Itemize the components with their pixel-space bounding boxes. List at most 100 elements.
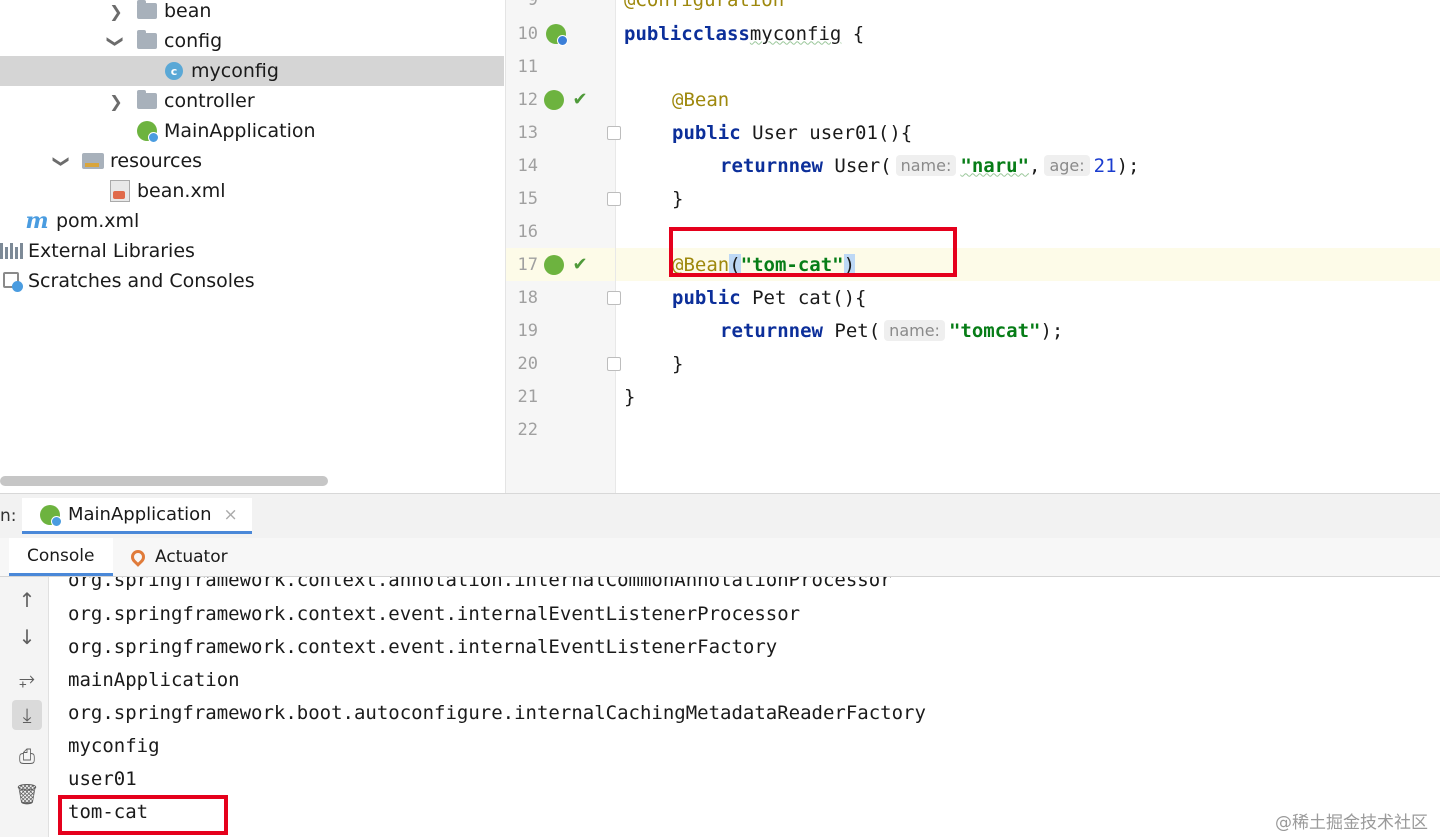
console-line: org.springframework.context.event.intern… <box>68 602 801 625</box>
chevron-down-icon[interactable]: ❯ <box>107 32 126 50</box>
highlight-annotation-box <box>58 795 228 835</box>
gutter-line-10: 10 <box>506 17 615 50</box>
console-line: org.springframework.context.event.intern… <box>68 635 778 658</box>
tab-actuator[interactable]: Actuator <box>129 538 228 576</box>
folder-icon <box>136 90 158 111</box>
parameter-hint: name: <box>895 155 957 176</box>
spring-bean-gutter-icon[interactable] <box>544 89 564 110</box>
scroll-to-end-icon[interactable]: ⤓ <box>12 700 42 730</box>
tab-label: Actuator <box>155 547 228 567</box>
console-line: user01 <box>68 767 137 790</box>
editor-gutter: 9 10 11 12 ✔ 13 14 15 16 17 ✔ 18 19 20 2… <box>506 0 621 493</box>
bean-check-icon[interactable]: ✔ <box>570 254 590 275</box>
tree-item-config[interactable]: ❯ config <box>0 26 504 56</box>
libraries-icon <box>0 241 23 261</box>
fold-icon[interactable] <box>607 291 621 305</box>
soft-wrap-icon[interactable]: ⥅ <box>12 663 42 693</box>
trash-icon[interactable]: 🗑 <box>12 779 42 809</box>
tree-item-scratches[interactable]: Scratches and Consoles <box>0 266 504 296</box>
scratches-icon <box>1 271 23 292</box>
line-number: 22 <box>517 419 538 440</box>
tree-item-label: config <box>164 30 223 52</box>
spring-bean-gutter-icon[interactable] <box>546 23 568 46</box>
tree-item-label: bean.xml <box>137 180 226 202</box>
print-icon[interactable]: ⎙ <box>12 741 42 771</box>
tree-item-pom-xml[interactable]: m pom.xml <box>0 206 504 236</box>
code-line-10: public class myconfig { <box>624 22 865 45</box>
tree-item-external-libraries[interactable]: External Libraries <box>0 236 504 266</box>
gutter-line-12: 12 ✔ <box>506 83 615 116</box>
line-number: 15 <box>517 188 538 209</box>
folder-icon <box>136 0 158 21</box>
line-number: 17 <box>517 254 538 275</box>
tree-item-bean[interactable]: ❯ bean <box>0 0 504 26</box>
actuator-icon <box>129 548 147 566</box>
tree-item-label: resources <box>110 150 203 172</box>
console-line: org.springframework.context.annotation.i… <box>68 577 892 591</box>
horizontal-scrollbar[interactable] <box>0 476 328 486</box>
tree-item-myconfig[interactable]: c myconfig <box>0 56 504 86</box>
arrow-down-icon[interactable]: ↓ <box>12 622 42 652</box>
tree-item-controller[interactable]: ❯ controller <box>0 86 504 116</box>
resources-folder-icon <box>82 151 104 171</box>
code-line-14: return new User(name: "naru", age: 21); <box>720 154 1140 177</box>
tree-item-label: bean <box>164 0 212 22</box>
xml-file-icon <box>109 180 131 202</box>
console-output[interactable]: org.springframework.context.annotation.i… <box>49 577 1440 837</box>
chevron-down-icon[interactable]: ❯ <box>53 152 72 170</box>
console-line: org.springframework.boot.autoconfigure.i… <box>68 701 926 724</box>
tree-item-mainapplication[interactable]: MainApplication <box>0 116 504 146</box>
run-tab-mainapplication[interactable]: MainApplication × <box>22 498 252 534</box>
line-number: 16 <box>517 221 538 242</box>
tree-item-resources[interactable]: ❯ resources <box>0 146 504 176</box>
tab-console[interactable]: Console <box>9 538 113 576</box>
project-tool-window: ❯ bean ❯ config c myconfig ❯ controller … <box>0 0 504 493</box>
arrow-up-icon[interactable]: ↑ <box>12 585 42 615</box>
line-number: 11 <box>517 56 538 77</box>
line-number: 10 <box>517 23 538 44</box>
line-number: 20 <box>517 353 538 374</box>
java-class-icon: c <box>163 61 185 81</box>
fold-icon[interactable] <box>607 126 621 140</box>
tree-item-label: External Libraries <box>28 240 195 262</box>
tree-item-label: Scratches and Consoles <box>28 270 255 292</box>
chevron-right-icon[interactable]: ❯ <box>107 2 125 21</box>
watermark: @稀土掘金技术社区 <box>1275 813 1428 833</box>
fold-icon[interactable] <box>607 192 621 206</box>
console-line: mainApplication <box>68 668 240 691</box>
line-number: 13 <box>517 122 538 143</box>
gutter-line-17: 17 ✔ <box>506 248 615 281</box>
run-tab-label: MainApplication <box>68 504 212 525</box>
tree-item-label: MainApplication <box>164 120 316 142</box>
code-line-18: public Pet cat(){ <box>672 286 867 309</box>
spring-boot-app-icon <box>136 121 159 143</box>
chevron-right-icon[interactable]: ❯ <box>107 92 125 111</box>
tree-item-bean-xml[interactable]: bean.xml <box>0 176 504 206</box>
code-line-9: @Configuration <box>624 0 784 16</box>
code-line-13: public User user01(){ <box>672 121 913 144</box>
line-number: 12 <box>517 89 538 110</box>
console-line: myconfig <box>68 734 160 757</box>
run-label: n: <box>0 506 17 526</box>
tree-item-label: controller <box>164 90 255 112</box>
line-number: 14 <box>517 155 538 176</box>
tree-item-label: myconfig <box>191 60 279 82</box>
spring-boot-app-icon <box>40 504 62 527</box>
bean-check-icon[interactable]: ✔ <box>570 89 590 110</box>
maven-icon: m <box>25 208 49 234</box>
line-number: 18 <box>517 287 538 308</box>
code-line-20: } <box>672 352 684 375</box>
line-number: 21 <box>517 386 538 407</box>
parameter-hint: name: <box>884 320 945 341</box>
tree-item-label: pom.xml <box>56 210 140 232</box>
console-toolbar: ↑ ↓ ⥅ ⤓ ⎙ 🗑 <box>0 577 49 837</box>
spring-bean-gutter-icon[interactable] <box>544 254 564 275</box>
close-icon[interactable]: × <box>224 505 238 525</box>
fold-icon[interactable] <box>607 357 621 371</box>
folder-icon <box>136 30 158 51</box>
code-line-12: @Bean <box>672 88 730 111</box>
line-number: 9 <box>506 0 538 10</box>
code-editor[interactable]: 9 10 11 12 ✔ 13 14 15 16 17 ✔ 18 19 20 2… <box>505 0 1440 493</box>
run-sub-tabs: Console Actuator <box>0 538 1440 577</box>
tab-label: Console <box>27 545 95 566</box>
